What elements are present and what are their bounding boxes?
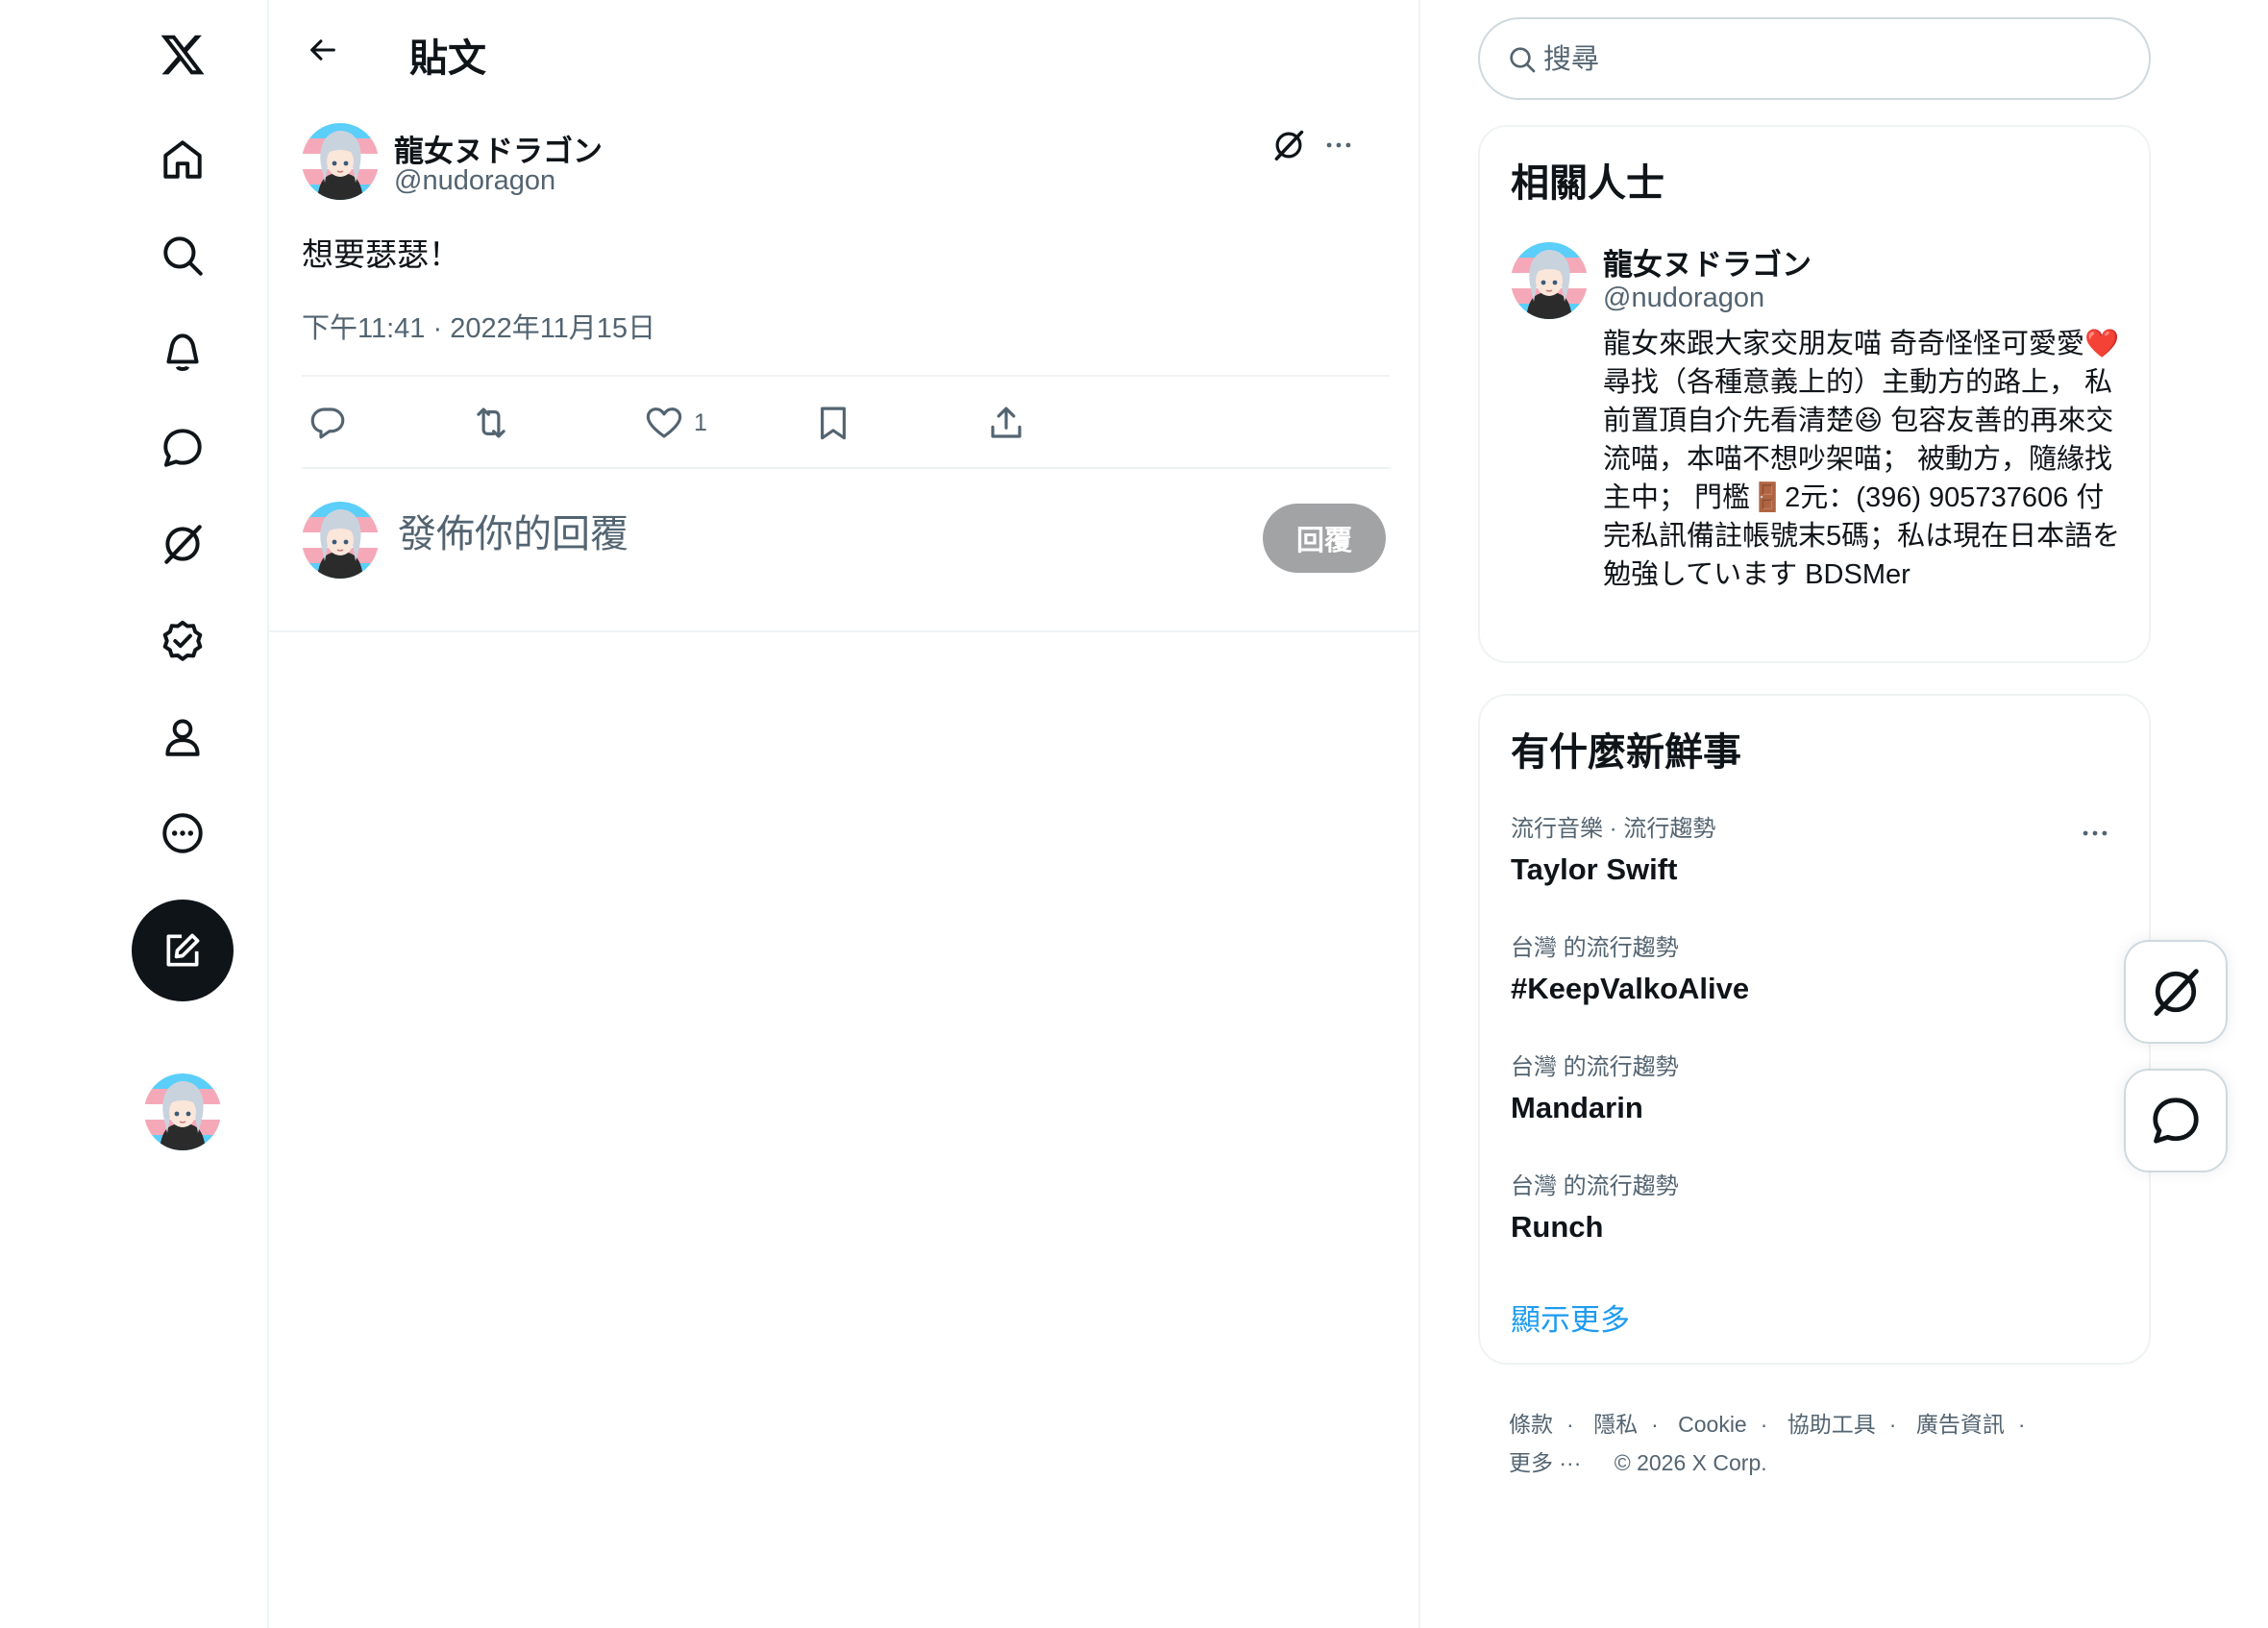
x-logo-icon[interactable]	[153, 25, 212, 85]
grok-float-button[interactable]	[2124, 940, 2228, 1044]
verified-icon[interactable]	[153, 611, 212, 671]
grok-icon[interactable]	[153, 514, 212, 574]
profile-icon[interactable]	[153, 707, 212, 767]
arrow-left-icon	[310, 39, 335, 61]
messages-icon[interactable]	[153, 418, 212, 478]
trend-name: Mandarin	[1511, 1091, 1643, 1124]
ellipsis-icon	[1326, 142, 1351, 148]
bookmark-button[interactable]	[813, 398, 853, 448]
related-name[interactable]: 龍女ヌドラゴン	[1603, 240, 1812, 284]
ellipsis-icon	[2083, 830, 2108, 836]
search-box	[1478, 17, 2151, 100]
trend-more-button[interactable]	[2076, 819, 2114, 848]
page-title: 貼文	[409, 37, 486, 80]
repost-icon	[477, 407, 505, 438]
trends-card: 有什麼新鮮事 流行音樂 · 流行趨勢 Taylor Swift 台灣 的流行趨勢…	[1478, 694, 2151, 1365]
author-name[interactable]: 龍女ヌドラゴン	[394, 127, 603, 170]
trend-meta: 台灣 的流行趨勢	[1511, 1054, 1679, 1080]
trend-name: Runch	[1511, 1210, 1604, 1244]
compose-icon	[166, 933, 200, 967]
grok-icon	[2154, 969, 2199, 1016]
footer: 條款 · 隱私 · Cookie · 協助工具 · 廣告資訊 · 更多 ··· © 202…	[1509, 1412, 2026, 1475]
trend-meta: 台灣 的流行趨勢	[1511, 1173, 1679, 1199]
related-handle[interactable]: @nudoragon	[1603, 283, 1764, 314]
show-more-link[interactable]: 顯示更多	[1511, 1295, 1630, 1339]
grok-icon	[1274, 130, 1304, 160]
main-column: 貼文 龍女ヌドラゴン @nudoragon 想要瑟瑟！ 下午11:41 · 20…	[267, 0, 1420, 1628]
grok-explain-button[interactable]	[1267, 123, 1311, 167]
back-button[interactable]	[298, 25, 348, 75]
trend-name: #KeepValkoAlive	[1511, 972, 1750, 1005]
like-count: 1	[694, 408, 707, 436]
trend-name: Taylor Swift	[1511, 852, 1678, 886]
reply-input[interactable]	[398, 513, 1167, 556]
trend-item[interactable]: 流行音樂 · 流行趨勢 Taylor Swift	[1511, 809, 2126, 887]
heart-icon	[646, 407, 682, 438]
reply-submit-button[interactable]: 回覆	[1263, 504, 1386, 573]
footer-link-accessibility[interactable]: 協助工具	[1787, 1412, 1876, 1437]
search-input[interactable]	[1543, 38, 2120, 81]
left-navigation	[0, 0, 269, 1628]
like-button[interactable]: 1	[644, 398, 707, 448]
home-icon[interactable]	[153, 130, 212, 189]
post-more-button[interactable]	[1317, 123, 1361, 167]
related-people-card: 相關人士 龍女ヌドラゴン @nudoragon 龍女來跟大家交朋友喵 奇奇怪怪可…	[1478, 125, 2151, 663]
post-header: 貼文	[269, 0, 1418, 102]
trend-item[interactable]: 台灣 的流行趨勢 Mandarin	[1511, 1048, 2126, 1125]
author-avatar[interactable]	[302, 123, 379, 200]
footer-copyright: © 2026 X Corp.	[1614, 1450, 1767, 1475]
compose-post-button[interactable]	[132, 900, 234, 1001]
messages-float-button[interactable]	[2124, 1069, 2228, 1172]
related-bio: 龍女來跟大家交朋友喵 奇奇怪怪可愛愛❤️ 尋找（各種意義上的）主動方的路上， 私…	[1603, 329, 2121, 590]
bookmark-icon	[821, 407, 846, 440]
post-actions: 1	[302, 375, 1390, 469]
post-text: 想要瑟瑟！	[302, 236, 460, 272]
trend-item[interactable]: 台灣 的流行趨勢 #KeepValkoAlive	[1511, 928, 2126, 1006]
reply-composer: 回覆	[302, 502, 1390, 582]
repost-button[interactable]	[471, 398, 511, 448]
share-icon	[991, 407, 1022, 438]
trends-title: 有什麼新鮮事	[1511, 731, 1741, 774]
trend-meta: 台灣 的流行趨勢	[1511, 935, 1679, 961]
footer-link-ads-info[interactable]: 廣告資訊	[1916, 1412, 2005, 1437]
related-title: 相關人士	[1511, 162, 1664, 205]
explore-icon[interactable]	[153, 226, 212, 285]
reply-avatar	[302, 502, 379, 579]
related-avatar[interactable]	[1511, 242, 1588, 319]
reply-icon	[310, 407, 345, 439]
post-timestamp[interactable]: 下午11:41 · 2022年11月15日	[302, 306, 655, 346]
reply-button[interactable]	[308, 398, 348, 448]
divider	[269, 630, 1418, 632]
author-handle[interactable]: @nudoragon	[394, 165, 555, 197]
trend-meta: 流行音樂 · 流行趨勢	[1511, 816, 1716, 842]
account-avatar[interactable]	[144, 1073, 221, 1150]
search-icon	[1510, 47, 1536, 73]
more-icon[interactable]	[153, 803, 212, 863]
footer-link-cookie[interactable]: Cookie	[1678, 1412, 1747, 1437]
footer-link-terms[interactable]: 條款	[1509, 1412, 1553, 1437]
footer-link-more[interactable]: 更多 ···	[1509, 1450, 1581, 1475]
share-button[interactable]	[986, 398, 1026, 448]
footer-link-privacy[interactable]: 隱私	[1593, 1412, 1638, 1437]
notifications-icon[interactable]	[153, 322, 212, 382]
messages-icon	[2153, 1098, 2199, 1144]
trend-item[interactable]: 台灣 的流行趨勢 Runch	[1511, 1167, 2126, 1245]
